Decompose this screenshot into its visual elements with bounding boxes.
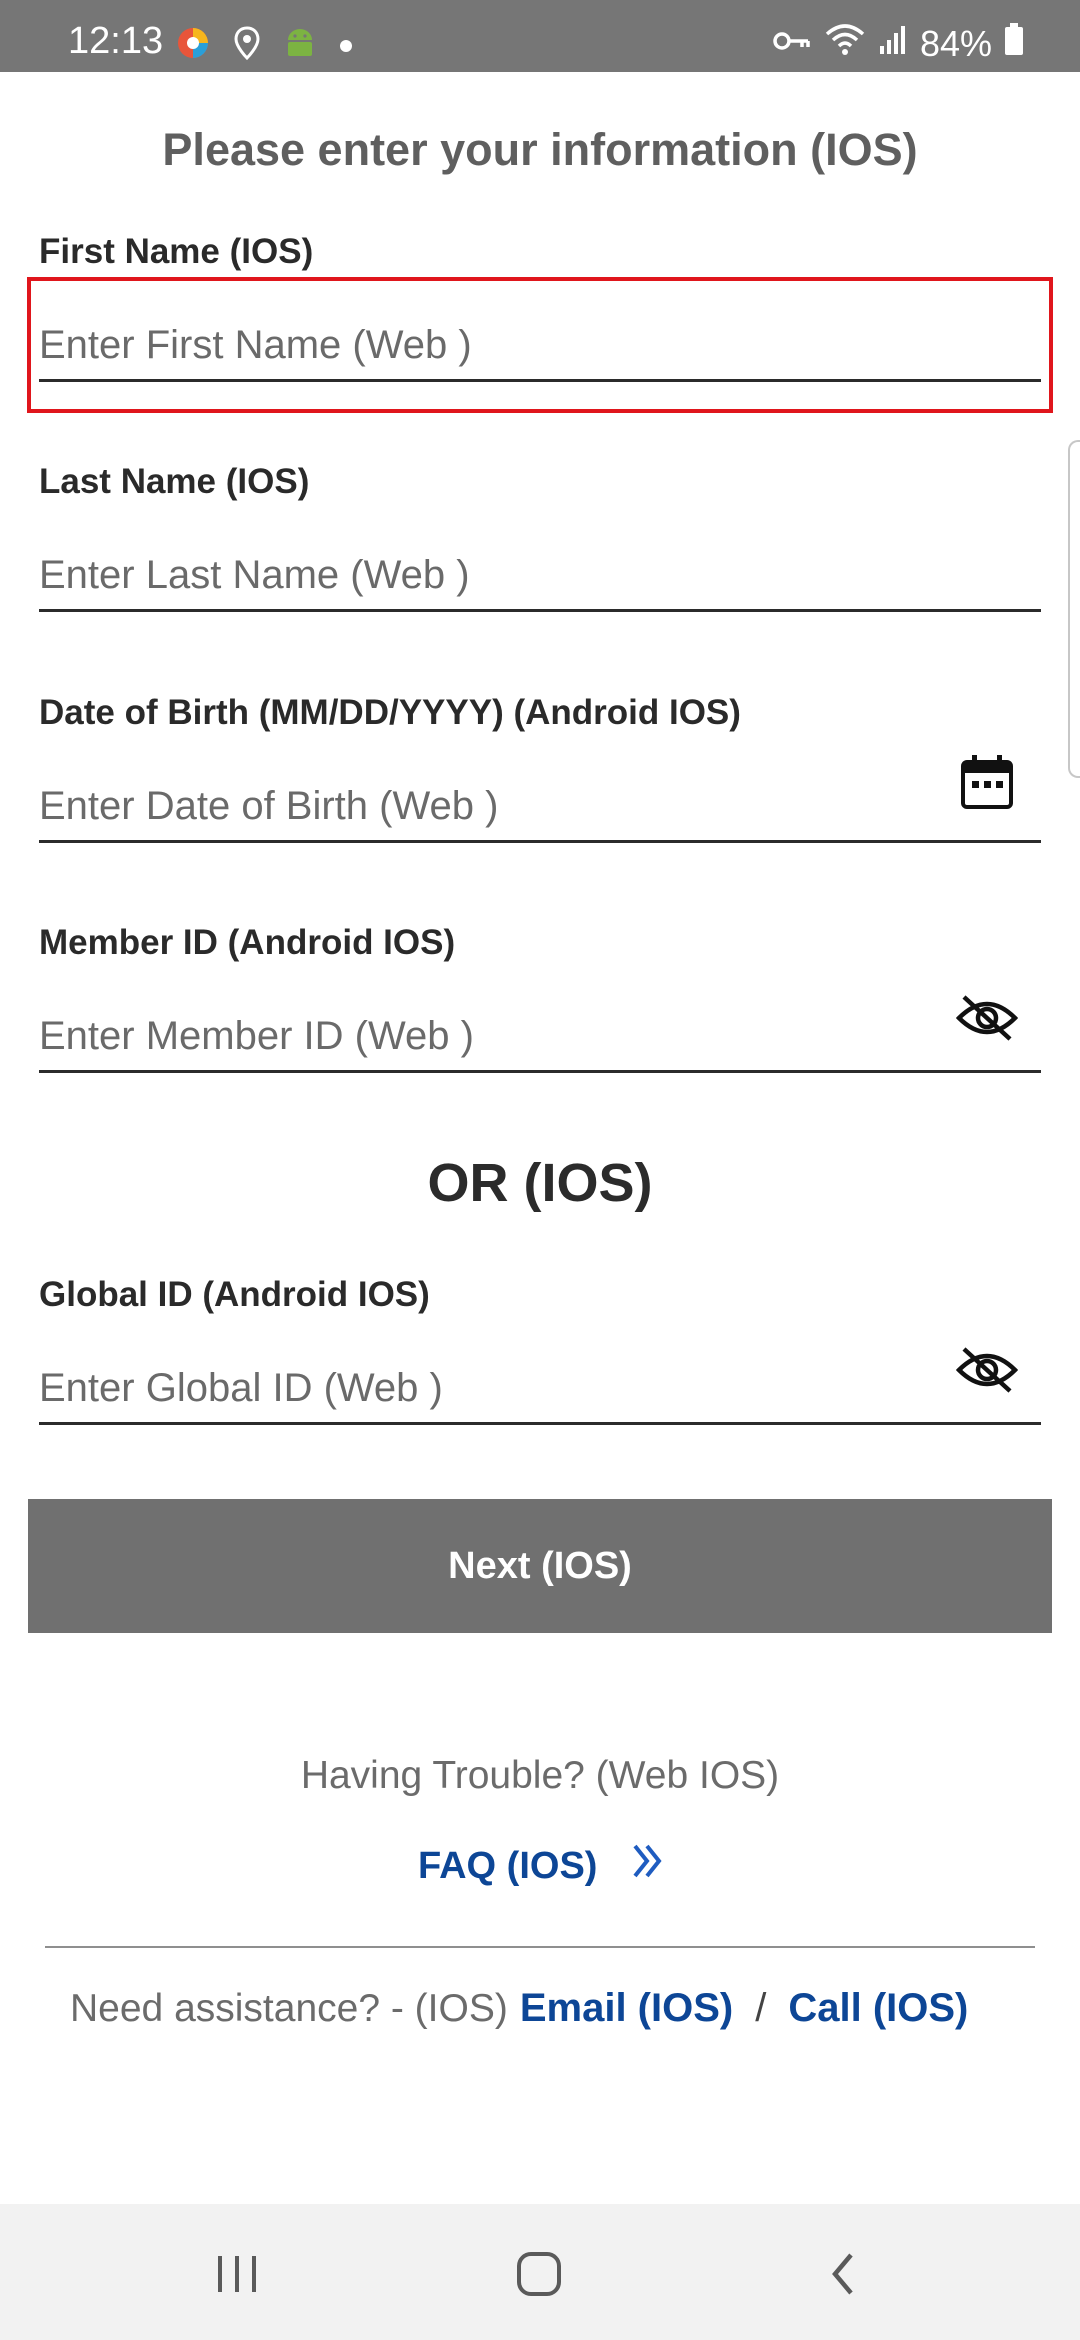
notification-dot <box>340 39 352 52</box>
global-id-input[interactable] <box>39 1355 1041 1425</box>
signal-icon <box>878 23 908 65</box>
calendar-icon[interactable] <box>956 751 1018 813</box>
scroll-handle[interactable] <box>1068 440 1080 778</box>
back-icon[interactable] <box>813 2244 873 2304</box>
dob-input[interactable] <box>39 773 1041 843</box>
system-nav-bar <box>0 2204 1080 2340</box>
member-id-input[interactable] <box>39 1003 1041 1073</box>
location-icon <box>234 26 260 65</box>
having-trouble-text: Having Trouble? (Web IOS) <box>300 1754 780 1797</box>
eye-off-icon[interactable] <box>956 1339 1018 1401</box>
faq-link[interactable]: FAQ (IOS) <box>418 1842 665 1890</box>
last-name-label: Last Name (IOS) <box>39 462 310 501</box>
eye-off-icon[interactable] <box>956 987 1018 1049</box>
android-icon <box>284 26 316 65</box>
last-name-input[interactable] <box>39 542 1041 612</box>
browser-icon <box>176 26 210 65</box>
page-title: Please enter your information (IOS) <box>162 124 918 175</box>
or-divider-text: OR (IOS) <box>427 1153 653 1213</box>
home-icon[interactable] <box>509 2244 569 2304</box>
need-assistance-text: Need assistance? - (IOS) <box>70 1987 508 2030</box>
member-id-label: Member ID (Android IOS) <box>39 923 456 962</box>
first-name-input[interactable] <box>39 312 1041 382</box>
vpn-key-icon <box>772 23 812 65</box>
next-button[interactable]: Next (IOS) <box>28 1499 1052 1633</box>
faq-label: FAQ (IOS) <box>418 1844 598 1887</box>
battery-icon <box>1004 22 1024 65</box>
recents-icon[interactable] <box>207 2244 267 2304</box>
link-separator: / <box>755 1986 767 2030</box>
call-link[interactable]: Call (IOS) <box>788 1986 968 2031</box>
divider <box>45 1946 1035 1948</box>
email-link[interactable]: Email (IOS) <box>520 1986 733 2031</box>
status-bar: 12:13 84% <box>0 0 1080 72</box>
assistance-row: Need assistance? - (IOS) Email (IOS) / C… <box>70 1986 968 2031</box>
dob-label: Date of Birth (MM/DD/YYYY) (Android IOS) <box>39 693 741 732</box>
first-name-label: First Name (IOS) <box>39 232 314 271</box>
double-chevron-right-icon <box>631 1842 665 1890</box>
global-id-label: Global ID (Android IOS) <box>39 1275 430 1314</box>
battery-percent: 84% <box>919 22 992 64</box>
wifi-icon <box>824 22 866 65</box>
status-time: 12:13 <box>68 20 164 62</box>
